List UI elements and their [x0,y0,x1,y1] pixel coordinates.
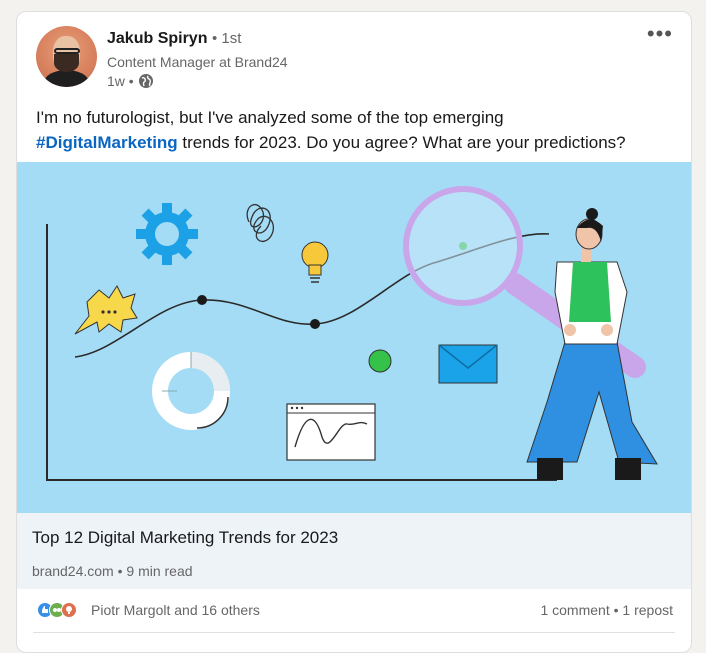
reactors-text[interactable]: Piotr Margolt and 16 others [91,602,260,618]
post-body: I'm no futurologist, but I've analyzed s… [36,105,676,155]
post-text-end: trends for 2023. Do you agree? What are … [177,133,626,152]
article-illustration[interactable] [17,162,691,513]
insightful-icon [61,602,77,618]
reposts-count[interactable]: 1 repost [622,602,673,618]
divider [33,632,675,633]
link-meta: brand24.com • 9 min read [32,563,193,579]
reaction-icons[interactable] [37,602,93,620]
speech-burst-icon [74,285,138,335]
author-avatar[interactable] [36,26,97,87]
connection-degree: • 1st [211,30,242,47]
trend-point [310,319,320,329]
comments-count[interactable]: 1 comment [540,602,609,618]
counts-separator: • [609,602,623,618]
green-dot-illustration [368,349,392,373]
more-options-button[interactable]: ••• [647,23,673,45]
gear-icon [136,203,198,265]
author-name[interactable]: Jakub Spiryn [107,30,207,47]
post-header: Jakub Spiryn • 1st Content Manager at Br… [17,12,691,102]
author-headline: Content Manager at Brand24 [107,54,288,70]
post-time: 1w • [107,73,134,89]
post-text-start: I'm no futurologist, but I've analyzed s… [36,108,504,127]
browser-window-illustration [286,403,376,461]
globe-icon [138,73,154,89]
lightbulb-icon [301,241,329,283]
social-counts-bar: Piotr Margolt and 16 others 1 comment • … [17,598,691,628]
engagement-counts: 1 comment • 1 repost [540,602,673,618]
scribble-illustration [246,203,274,242]
post-meta: 1w • [107,73,154,89]
post-card: Jakub Spiryn • 1st Content Manager at Br… [16,11,692,653]
link-preview[interactable]: Top 12 Digital Marketing Trends for 2023… [17,513,691,589]
trend-point [197,295,207,305]
author-name-line: Jakub Spiryn • 1st [107,30,241,48]
donut-chart-illustration [152,352,230,430]
hashtag-link[interactable]: #DigitalMarketing [36,133,178,152]
envelope-icon [438,344,498,384]
link-title[interactable]: Top 12 Digital Marketing Trends for 2023 [32,528,338,548]
person-illustration [526,208,658,480]
